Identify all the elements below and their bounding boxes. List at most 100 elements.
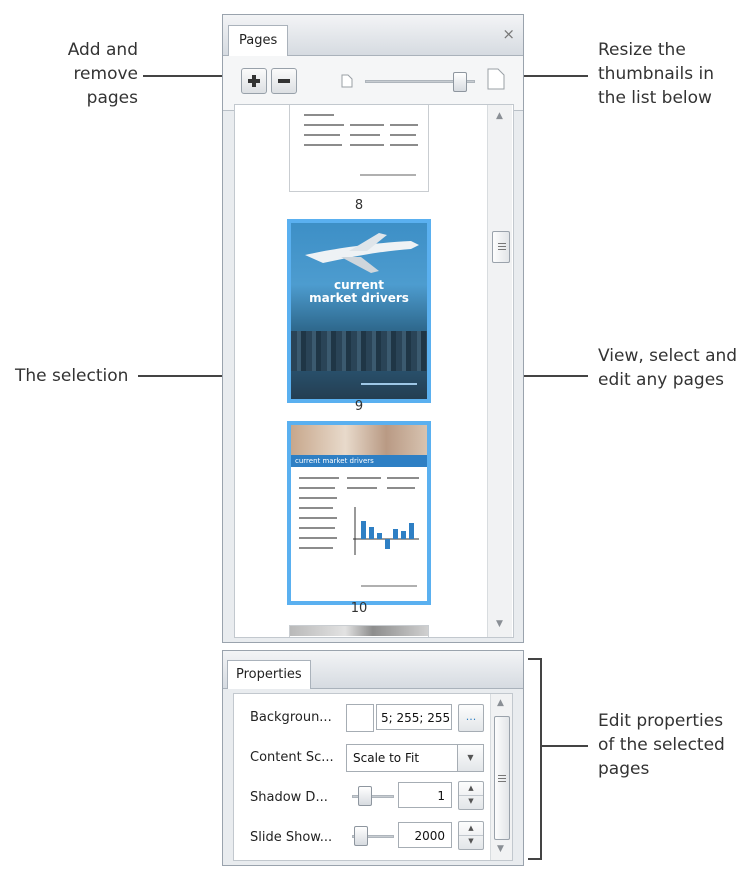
bar-chart-icon [353,507,419,555]
grip-line [498,775,506,776]
scroll-down-icon[interactable]: ▼ [496,619,503,629]
text-line [304,124,344,126]
content-scale-value: Scale to Fit [353,751,420,765]
callout-text: Add and [67,40,138,60]
scroll-up-icon[interactable]: ▲ [496,111,503,121]
callout-text: edit any pages [598,370,725,390]
page-thumbnail-9[interactable]: current market drivers [287,219,431,403]
add-page-button[interactable] [241,68,267,94]
callout-text: of the selected [598,735,725,755]
text-line [299,537,337,539]
callout-text: The selection [15,366,129,386]
properties-bracket-bottom [528,858,542,860]
text-line [387,487,415,489]
callout-view-select: View, select and edit any pages [598,344,737,392]
background-color-swatch[interactable] [346,704,374,732]
plus-icon-vertical [252,75,256,87]
cover-title: current market drivers [309,278,409,305]
header-photo [290,626,428,636]
text-line [304,134,340,136]
text-line [299,507,333,509]
text-line [299,477,339,479]
text-line [299,497,337,499]
tab-properties[interactable]: Properties [227,660,311,689]
text-line [347,477,381,479]
shadow-stepper[interactable]: ▲ ▼ [458,781,484,810]
header-photo [291,425,427,455]
large-page-icon [487,68,505,90]
properties-tabstrip: Properties [223,651,523,689]
slide-show-field[interactable]: 2000 [398,822,452,848]
grip-line [498,249,506,250]
stepper-down-icon[interactable]: ▼ [459,835,483,848]
pages-toolbar [223,56,523,111]
text-line [350,124,384,126]
remove-page-button[interactable] [271,68,297,94]
text-line [390,124,418,126]
grip-line [498,778,506,779]
pages-scrollbar[interactable]: ▲ ▼ [487,105,512,637]
ellipsis-icon: ... [465,710,477,723]
background-browse-button[interactable]: ... [458,704,484,732]
properties-scrollbar-thumb[interactable] [494,716,510,840]
text-line [350,134,380,136]
page-thumbnail-8[interactable] [289,105,429,192]
page-number: 10 [350,601,368,616]
small-page-icon [341,74,353,88]
callout-line [540,745,588,747]
text-line [390,144,418,146]
slide-show-slider[interactable] [354,826,368,846]
text-line [387,477,419,479]
airplane-icon [305,233,419,273]
text-line [299,547,333,549]
header-band: current market drivers [291,455,427,467]
text-line [304,114,334,116]
shadow-field[interactable]: 1 [398,782,452,808]
footer-line [361,585,417,587]
footer-line [361,383,417,385]
grip-line [498,781,506,782]
page-number: 9 [354,399,364,414]
text-line [360,174,416,176]
shadow-label: Shadow D... [250,790,328,805]
thumbnail-size-slider[interactable] [453,72,467,92]
stepper-up-icon[interactable]: ▲ [459,782,483,796]
tab-pages[interactable]: Pages [228,25,289,56]
shadow-slider[interactable] [358,786,372,806]
minus-icon [278,79,290,83]
grip-line [498,246,506,247]
background-color-field[interactable]: 5; 255; 255 [376,704,452,730]
scroll-down-icon[interactable]: ▼ [497,844,504,854]
page-thumbnail-11[interactable] [289,625,429,637]
properties-scrollbar[interactable]: ▲ ▼ [490,694,512,860]
text-line [347,487,377,489]
page-thumbnail-list[interactable]: 8 current market drivers 9 current marke… [234,104,514,638]
background-label: Backgroun... [250,710,332,725]
callout-text: the list below [598,88,712,108]
properties-content: Backgroun... 5; 255; 255 ... Content Sc.… [233,693,513,861]
pages-tabstrip: Pages × [223,15,523,56]
pages-scrollbar-thumb[interactable] [492,231,510,263]
content-scale-select[interactable]: Scale to Fit ▼ [346,744,484,772]
text-line [350,144,384,146]
text-line [299,487,335,489]
text-line [304,144,342,146]
text-line [390,134,416,136]
page-thumbnail-10[interactable]: current market drivers [287,421,431,605]
close-icon[interactable]: × [502,25,515,43]
stepper-up-icon[interactable]: ▲ [459,822,483,836]
chevron-down-icon[interactable]: ▼ [457,745,483,771]
scroll-up-icon[interactable]: ▲ [497,698,504,708]
properties-panel: Properties Backgroun... 5; 255; 255 ... … [222,650,524,866]
callout-add-remove-pages: Add and remove pages [20,38,138,110]
grip-line [498,243,506,244]
callout-line [518,75,588,77]
text-line [299,517,337,519]
slide-show-stepper[interactable]: ▲ ▼ [458,821,484,850]
callout-text: pages [598,759,650,779]
properties-bracket-top [528,658,542,660]
text-line [299,527,335,529]
stepper-down-icon[interactable]: ▼ [459,795,483,808]
page-number: 8 [354,198,364,213]
slide-show-label: Slide Show... [250,830,333,845]
